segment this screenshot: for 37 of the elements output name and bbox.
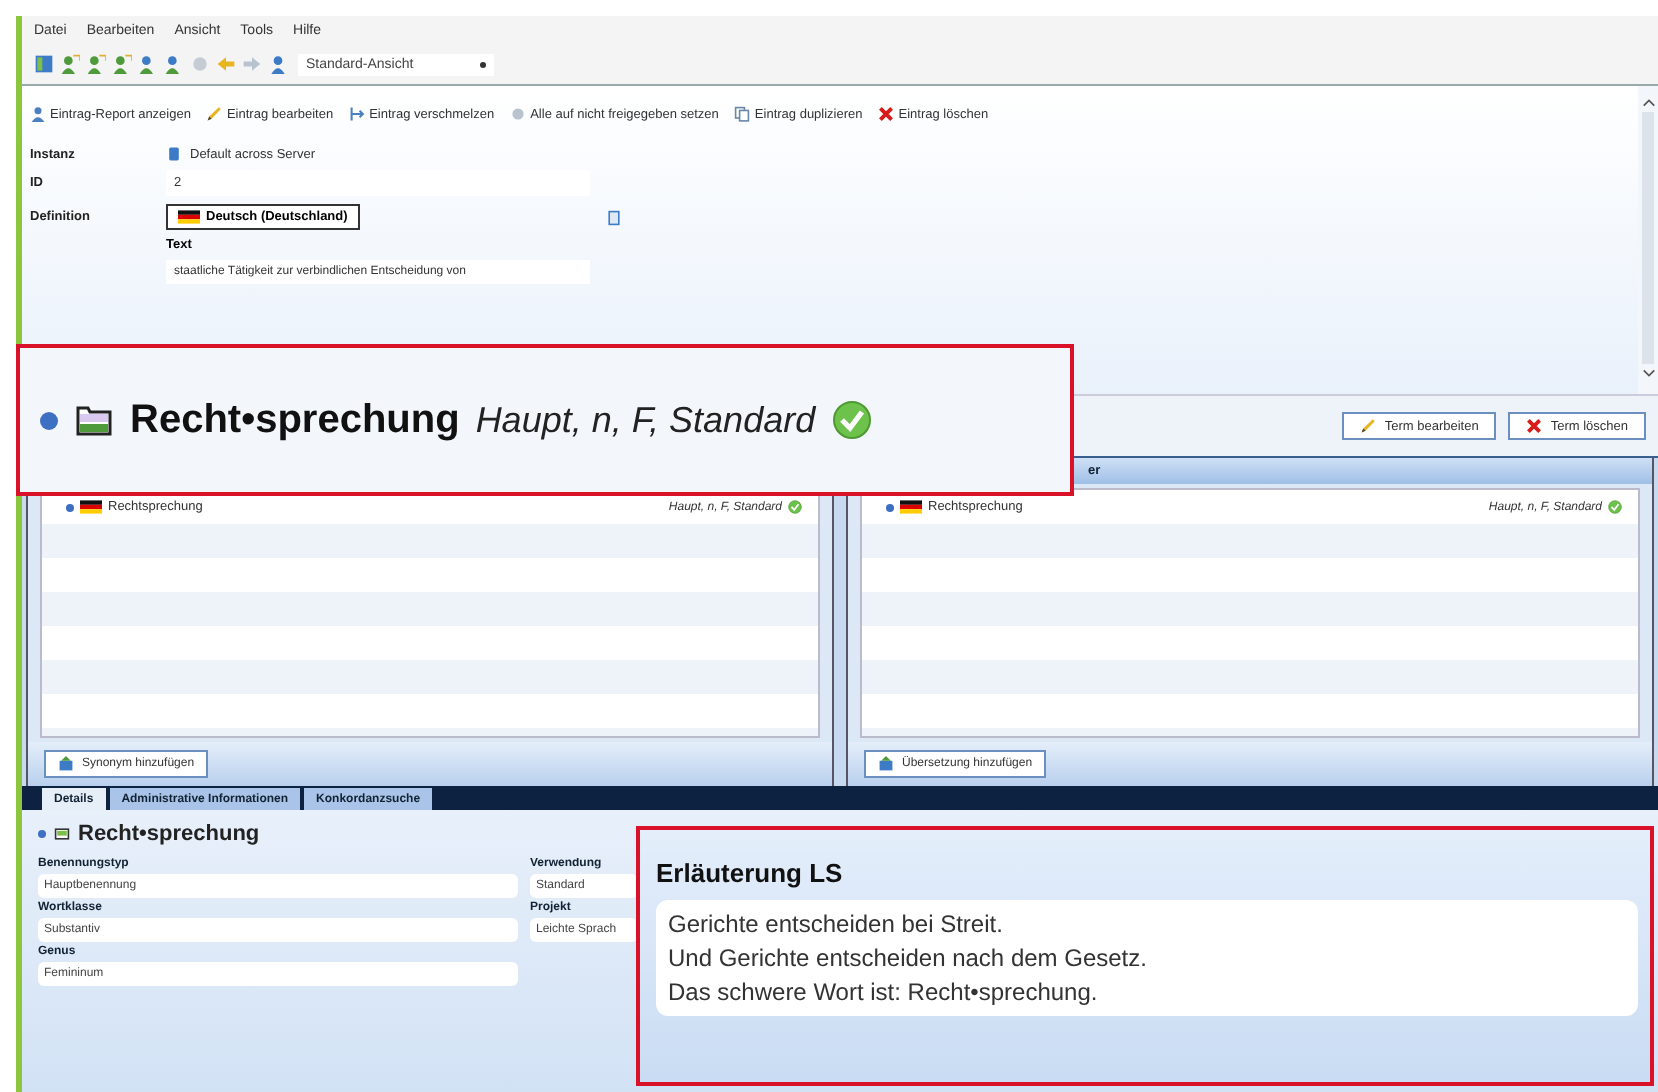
add-icon (878, 756, 894, 772)
delete-icon (1526, 418, 1543, 434)
user-icon[interactable] (164, 54, 184, 74)
flag-icon (900, 500, 922, 514)
explanation-line: Und Gerichte entscheiden nach dem Gesetz. (668, 944, 1149, 972)
scroll-up-icon[interactable] (1641, 98, 1655, 108)
add-icon (58, 756, 74, 772)
document-icon[interactable] (606, 209, 622, 225)
book-icon (54, 826, 70, 842)
copy-icon (734, 106, 751, 122)
bullet-icon (66, 503, 74, 511)
pencil-icon (206, 106, 223, 122)
explanation-line: Das schwere Wort ist: Recht•sprechung. (668, 978, 1100, 1006)
user-icon (30, 106, 46, 122)
term-info: Haupt, n, F, Standard (475, 399, 816, 441)
bullet-icon (886, 503, 894, 511)
user-icon[interactable] (112, 54, 132, 74)
term-title: Recht•sprechung (130, 397, 460, 443)
merge-icon (349, 106, 366, 122)
user-icon[interactable] (86, 54, 106, 74)
scrollbar[interactable] (1638, 86, 1658, 394)
delete-icon (878, 106, 895, 122)
flag-icon (80, 500, 102, 514)
server-icon (166, 146, 182, 162)
sidebar-icon[interactable] (34, 54, 54, 74)
bullet-icon (40, 411, 58, 429)
pencil-icon (1360, 418, 1377, 434)
book-icon (74, 404, 114, 436)
bullet-icon (38, 830, 46, 838)
explanation-title: Erläuterung LS (656, 858, 845, 888)
scroll-down-icon[interactable] (1641, 368, 1655, 378)
flag-icon (178, 210, 200, 224)
explanation-line: Gerichte entscheiden bei Streit. (668, 910, 1005, 938)
user-icon[interactable] (60, 54, 80, 74)
user-icon[interactable] (268, 54, 288, 74)
user-icon[interactable] (138, 54, 158, 74)
details-title: Recht•sprechung (78, 822, 260, 846)
